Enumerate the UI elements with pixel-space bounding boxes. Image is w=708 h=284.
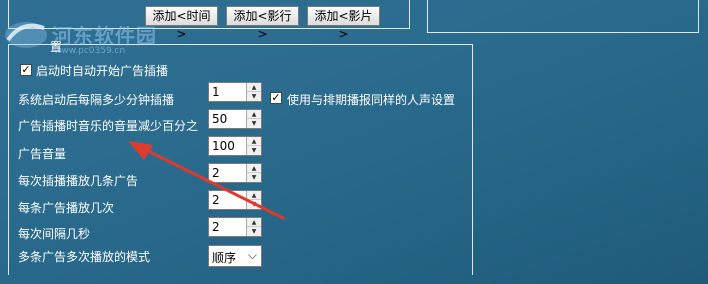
annotation-arrow [128, 141, 285, 220]
annotation-arrow-head [128, 141, 153, 160]
annotation-arrow-shaft [140, 146, 285, 220]
